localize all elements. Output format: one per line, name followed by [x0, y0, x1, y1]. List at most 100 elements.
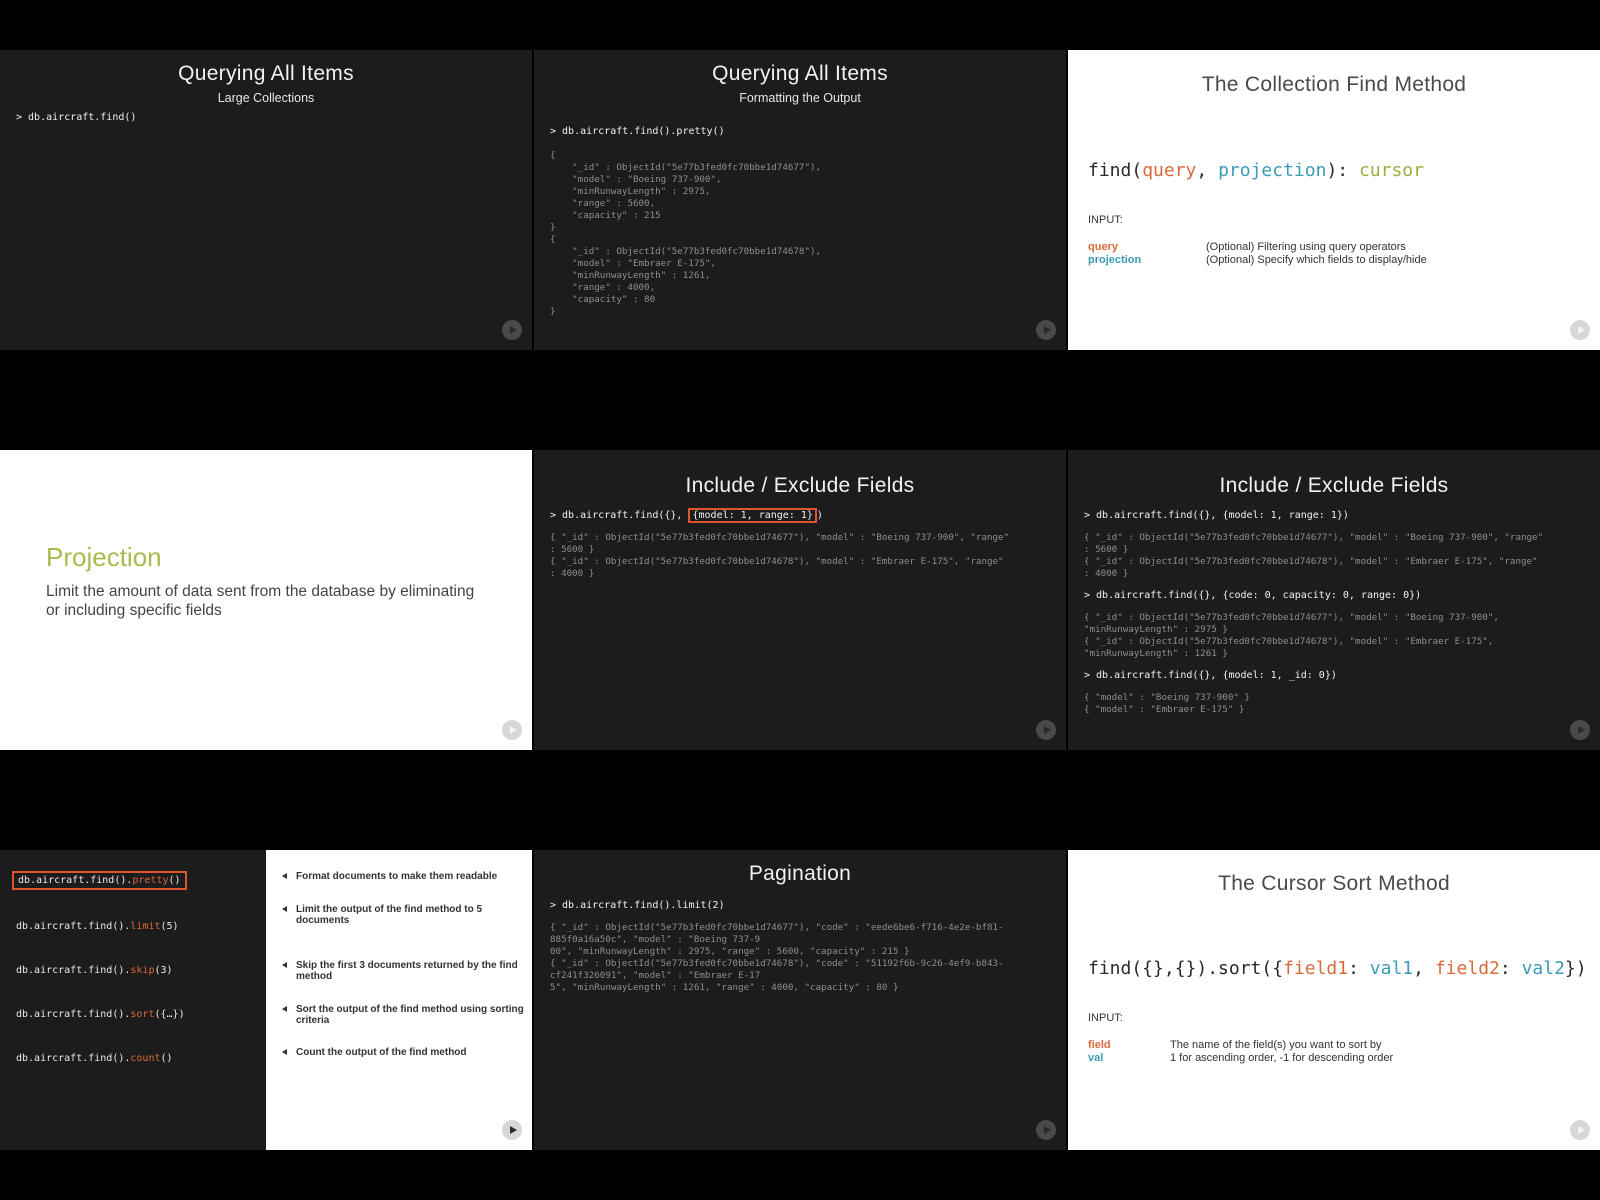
- triangle-left-icon: [282, 906, 287, 912]
- method-name: sort: [130, 1009, 155, 1020]
- slide-formatting-output: Querying All Items Formatting the Output…: [534, 50, 1066, 350]
- input-label: INPUT:: [1088, 214, 1123, 226]
- projection-highlight: {model: 1, range: 1}: [688, 508, 817, 523]
- shell-output: { "_id" : ObjectId("5e77b3fed0fc70bbe1d7…: [550, 150, 822, 317]
- input-label: INPUT:: [1088, 1012, 1123, 1024]
- shell-command: > db.aircraft.find({}, {model: 1, _id: 0…: [1084, 670, 1337, 681]
- slide-title: The Cursor Sort Method: [1218, 872, 1450, 895]
- method-pretty: db.aircraft.find().pretty(): [12, 871, 187, 890]
- sig-fn: find(: [1088, 160, 1143, 181]
- triangle-left-icon: [282, 873, 287, 879]
- slide-collection-find-method: The Collection Find Method find(query, p…: [1068, 50, 1600, 350]
- play-icon[interactable]: [1570, 1120, 1590, 1140]
- desc-text: Count the output of the find method: [296, 1047, 467, 1058]
- triangle-left-icon: [282, 1006, 287, 1012]
- slide-title: Projection: [46, 542, 162, 572]
- method-skip: db.aircraft.find().skip(3): [16, 965, 173, 976]
- play-icon[interactable]: [502, 720, 522, 740]
- shell-output: { "_id" : ObjectId("5e77b3fed0fc70bbe1d7…: [1084, 532, 1544, 579]
- method-prefix: db.aircraft.find().: [16, 965, 131, 976]
- method-args: (5): [160, 921, 179, 932]
- desc-count: Count the output of the find method: [282, 1047, 524, 1058]
- slide-cursor-methods-summary: db.aircraft.find().pretty() db.aircraft.…: [0, 850, 532, 1150]
- play-icon[interactable]: [1036, 720, 1056, 740]
- method-signature: find({},{}).sort({field1: val1, field2: …: [1088, 958, 1587, 979]
- play-icon[interactable]: [1570, 320, 1590, 340]
- slide-title: The Collection Find Method: [1201, 73, 1467, 96]
- desc-limit: Limit the output of the find method to 5…: [282, 904, 524, 926]
- shell-output: { "_id" : ObjectId("5e77b3fed0fc70bbe1d7…: [550, 532, 1010, 579]
- sig-sep: ,: [1196, 160, 1219, 181]
- cmd-suffix: ): [816, 510, 823, 521]
- param-projection-desc: (Optional) Specify which fields to displ…: [1206, 254, 1427, 266]
- param-val-desc: 1 for ascending order, -1 for descending…: [1170, 1052, 1394, 1064]
- desc-pretty: Format documents to make them readable: [282, 871, 524, 882]
- slide-include-exclude-2: Include / Exclude Fields > db.aircraft.f…: [1068, 450, 1600, 750]
- sig-projection: projection: [1218, 160, 1327, 181]
- triangle-left-icon: [282, 1049, 287, 1055]
- desc-text: Format documents to make them readable: [296, 871, 498, 882]
- method-count: db.aircraft.find().count(): [16, 1053, 173, 1064]
- method-limit: db.aircraft.find().limit(5): [16, 921, 179, 932]
- slide-querying-large-collections: Querying All Items Large Collections > d…: [0, 50, 532, 350]
- sig-val2: val2: [1521, 958, 1565, 979]
- slide-pagination: Pagination > db.aircraft.find().limit(2)…: [534, 850, 1066, 1150]
- method-args: (): [168, 875, 181, 886]
- method-signature: find(query, projection): cursor: [1088, 160, 1424, 181]
- method-args: (): [160, 1053, 173, 1064]
- slide-projection: Projection Limit the amount of data sent…: [0, 450, 532, 750]
- shell-output: { "_id" : ObjectId("5e77b3fed0fc70bbe1d7…: [1084, 612, 1499, 659]
- triangle-left-icon: [282, 962, 287, 968]
- param-field: field: [1088, 1039, 1111, 1051]
- desc-sort: Sort the output of the find method using…: [282, 1004, 524, 1026]
- desc-skip: Skip the first 3 documents returned by t…: [282, 960, 524, 982]
- slide-title: Include / Exclude Fields: [1219, 474, 1449, 497]
- param-projection: projection: [1088, 254, 1142, 266]
- play-icon[interactable]: [502, 1120, 522, 1140]
- shell-command: > db.aircraft.find(): [16, 112, 137, 123]
- param-field-desc: The name of the field(s) you want to sor…: [1170, 1039, 1382, 1051]
- method-args: ({…}): [154, 1009, 185, 1020]
- method-name: limit: [130, 921, 161, 932]
- method-prefix: db.aircraft.find().: [18, 875, 133, 886]
- sig-part: :: [1348, 958, 1370, 979]
- slide-title: Querying All Items: [178, 62, 354, 85]
- param-query-desc: (Optional) Filtering using query operato…: [1206, 241, 1406, 253]
- shell-command: > db.aircraft.find({}, {model: 1, range:…: [1084, 510, 1349, 521]
- shell-command: > db.aircraft.find({}, {model: 1, range:…: [550, 508, 823, 523]
- descriptions-column: Format documents to make them readable L…: [266, 850, 532, 1150]
- slide-title: Include / Exclude Fields: [685, 474, 915, 497]
- sig-field2: field2: [1434, 958, 1500, 979]
- slide-title: Pagination: [748, 862, 852, 885]
- sig-part: }): [1564, 958, 1587, 979]
- slide-description: Limit the amount of data sent from the d…: [46, 583, 475, 619]
- cmd-prefix: > db.aircraft.find({},: [550, 510, 689, 521]
- play-icon[interactable]: [1570, 720, 1590, 740]
- method-prefix: db.aircraft.find().: [16, 921, 131, 932]
- param-val: val: [1088, 1052, 1104, 1064]
- slide-subtitle: Large Collections: [217, 91, 315, 105]
- methods-column: db.aircraft.find().pretty() db.aircraft.…: [0, 850, 266, 1150]
- shell-command: > db.aircraft.find().pretty(): [550, 126, 725, 137]
- slide-title: Querying All Items: [712, 62, 888, 85]
- sig-part: ,: [1413, 958, 1435, 979]
- desc-text: Sort the output of the find method using…: [296, 1004, 524, 1026]
- method-name: pretty: [132, 875, 169, 886]
- method-prefix: db.aircraft.find().: [16, 1053, 131, 1064]
- desc-text: Limit the output of the find method to 5…: [296, 904, 483, 926]
- method-prefix: db.aircraft.find().: [16, 1009, 131, 1020]
- sig-part: find({},{}).sort({: [1088, 958, 1284, 979]
- shell-output: { "_id" : ObjectId("5e77b3fed0fc70bbe1d7…: [550, 922, 1004, 993]
- play-icon[interactable]: [502, 320, 522, 340]
- sig-return: cursor: [1358, 160, 1424, 181]
- sig-part: :: [1499, 958, 1522, 979]
- sig-close: ):: [1326, 160, 1359, 181]
- play-icon[interactable]: [1036, 1120, 1056, 1140]
- slide-cursor-sort-method: The Cursor Sort Method find({},{}).sort(…: [1068, 850, 1600, 1150]
- method-args: (3): [154, 965, 173, 976]
- slide-subtitle: Formatting the Output: [739, 91, 861, 105]
- shell-command: > db.aircraft.find({}, {code: 0, capacit…: [1084, 590, 1422, 601]
- method-sort: db.aircraft.find().sort({…}): [16, 1009, 185, 1020]
- play-icon[interactable]: [1036, 320, 1056, 340]
- desc-text: Skip the first 3 documents returned by t…: [296, 960, 518, 982]
